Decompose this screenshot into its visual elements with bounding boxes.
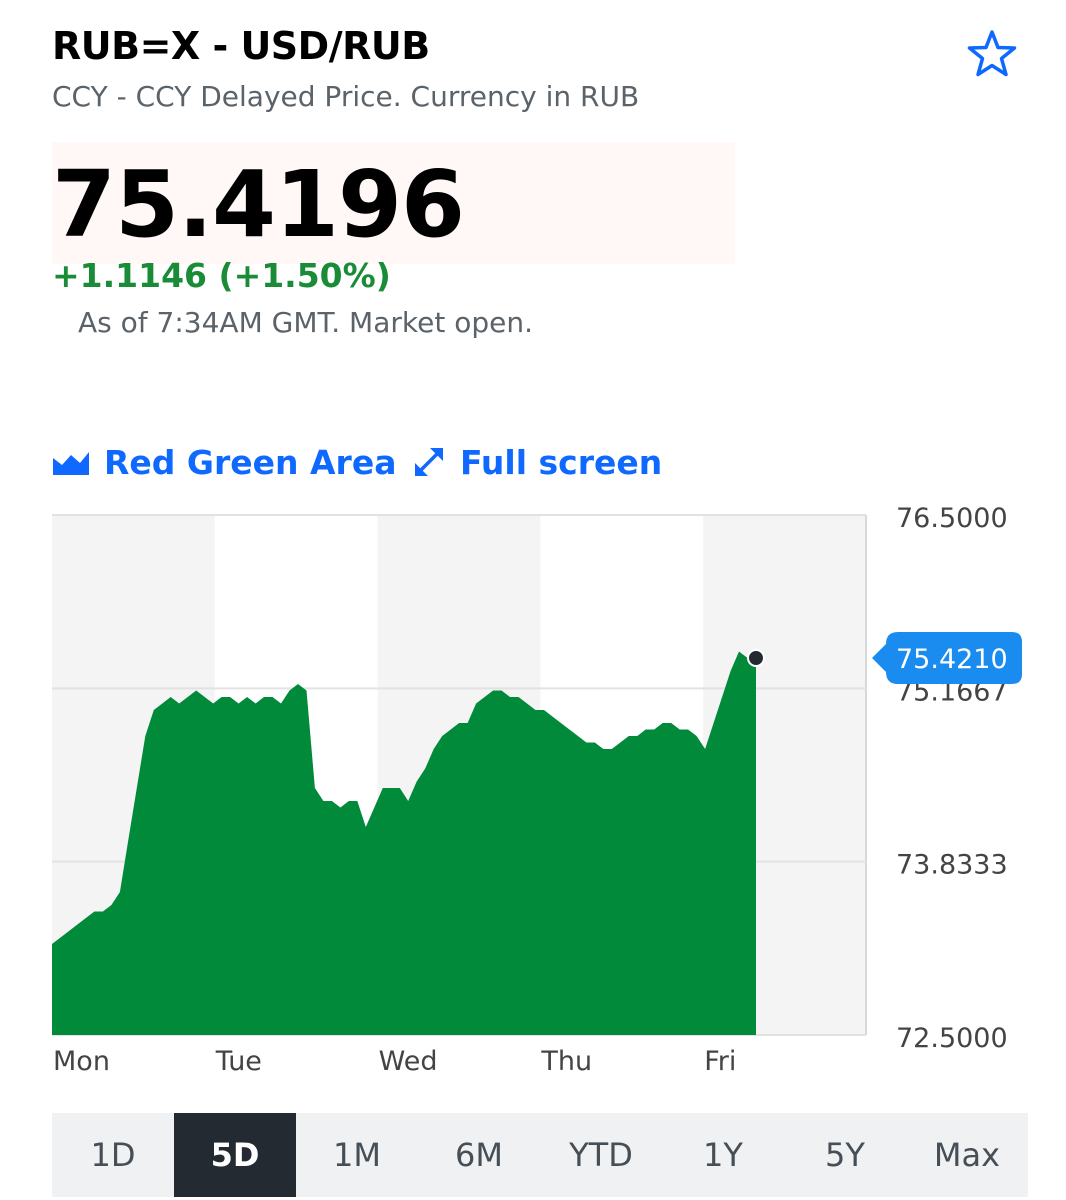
x-tick-label: Thu [540,1046,592,1077]
full-screen-button[interactable]: Full screen [412,440,662,484]
full-screen-label: Full screen [460,442,663,482]
range-tab-5y[interactable]: 5Y [784,1113,906,1197]
range-tab-1m[interactable]: 1M [296,1113,418,1197]
price-change: +1.1146 (+1.50%) [52,256,391,295]
y-tick-label: 72.5000 [896,1023,1008,1054]
x-tick-label: Fri [704,1046,736,1077]
x-tick-label: Mon [53,1046,110,1077]
y-tick-label: 76.5000 [896,503,1008,534]
market-status: As of 7:34AM GMT. Market open. [78,306,533,339]
range-tab-1y[interactable]: 1Y [662,1113,784,1197]
price-chart[interactable]: 76.500075.166773.833372.5000 Mon Tue Wed Th… [0,500,1066,1090]
range-tab-max[interactable]: Max [906,1113,1028,1197]
range-tab-5d[interactable]: 5D [174,1113,296,1197]
expand-icon [415,448,443,476]
area-chart-icon [53,452,89,475]
current-point [747,649,765,667]
star-icon[interactable] [966,28,1018,80]
range-tab-1d[interactable]: 1D [52,1113,174,1197]
y-tick-label: 73.8333 [896,850,1008,881]
range-selector: 1D 5D 1M 6M YTD 1Y 5Y Max [52,1113,1028,1197]
x-tick-label: Tue [215,1046,262,1077]
range-tab-6m[interactable]: 6M [418,1113,540,1197]
range-tab-ytd[interactable]: YTD [540,1113,662,1197]
chart-type-label: Red Green Area [104,442,397,482]
quote-subtitle: CCY - CCY Delayed Price. Currency in RUB [52,80,640,113]
current-price-tag-label: 75.4210 [896,644,1008,675]
page-title: RUB=X - USD/RUB [52,24,430,68]
current-price: 75.4196 [52,151,465,258]
x-tick-label: Wed [379,1046,438,1077]
chart-type-button[interactable]: Red Green Area [52,440,396,484]
